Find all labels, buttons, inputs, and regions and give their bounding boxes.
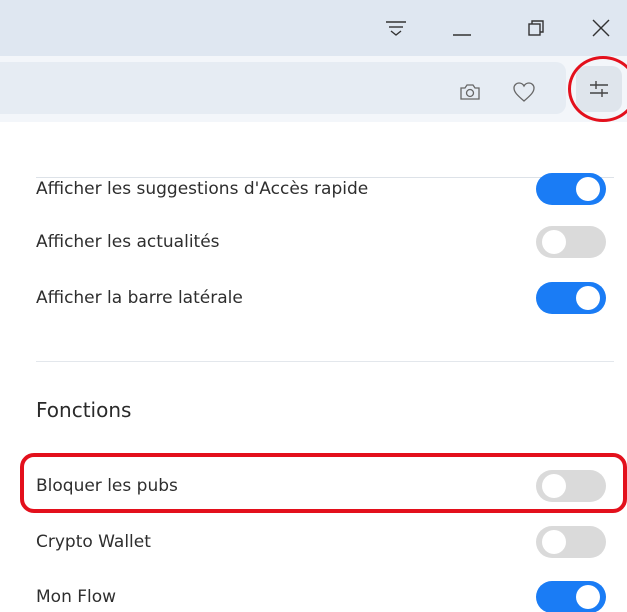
setting-label: Afficher les suggestions d'Accès rapide [36, 179, 369, 199]
restore-icon[interactable] [516, 8, 556, 48]
setting-row-block-ads: Bloquer les pubs [36, 466, 606, 506]
minimize-icon[interactable] [442, 8, 482, 48]
camera-icon[interactable] [455, 77, 485, 107]
close-icon[interactable] [581, 8, 621, 48]
setting-row-crypto-wallet: Crypto Wallet [36, 522, 606, 562]
setting-row-news: Afficher les actualités [36, 222, 606, 262]
setting-row-quick-access: Afficher les suggestions d'Accès rapide [36, 169, 606, 209]
setting-label: Afficher la barre latérale [36, 288, 243, 308]
sidebar-toggle[interactable] [536, 282, 606, 314]
settings-sliders-icon[interactable] [576, 66, 622, 112]
setting-row-sidebar: Afficher la barre latérale [36, 278, 606, 318]
quick-access-toggle[interactable] [536, 173, 606, 205]
setting-row-my-flow: Mon Flow [36, 577, 606, 612]
section-divider [36, 361, 614, 362]
heart-icon[interactable] [509, 77, 539, 107]
setting-label: Mon Flow [36, 587, 117, 607]
crypto-wallet-toggle[interactable] [536, 526, 606, 558]
news-toggle[interactable] [536, 226, 606, 258]
customize-panel: Afficher les suggestions d'Accès rapide … [0, 122, 627, 612]
browser-window: Afficher les suggestions d'Accès rapide … [0, 0, 627, 612]
setting-label: Afficher les actualités [36, 232, 220, 252]
menu-icon[interactable] [376, 8, 416, 48]
setting-label: Crypto Wallet [36, 532, 151, 552]
my-flow-toggle[interactable] [536, 581, 606, 612]
section-title: Fonctions [36, 398, 132, 422]
title-bar [0, 0, 627, 56]
setting-label: Bloquer les pubs [36, 476, 178, 496]
block-ads-toggle[interactable] [536, 470, 606, 502]
